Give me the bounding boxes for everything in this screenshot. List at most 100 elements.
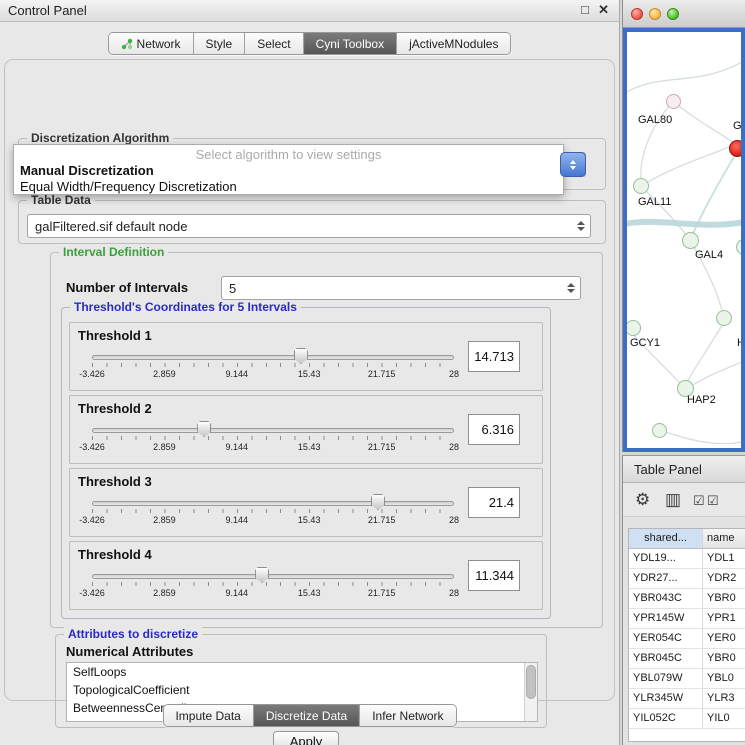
network-canvas[interactable]: GAL80 GA GAL11 GAL4 GCY1 H HAP2 <box>627 32 741 448</box>
algorithm-option-equal-width[interactable]: Equal Width/Frequency Discretization <box>20 179 237 194</box>
settings-gear-icon[interactable]: ⚙ <box>635 490 650 510</box>
tab-select[interactable]: Select <box>245 33 303 54</box>
table-row[interactable]: YDR27... YDR2 <box>629 569 745 589</box>
slider-track[interactable] <box>92 574 454 579</box>
table-row[interactable]: YDL19... YDL1 <box>629 549 745 569</box>
threshold-2-slider-thumb[interactable] <box>197 421 211 437</box>
table-row[interactable]: YIL052C YIL0 <box>629 709 745 729</box>
column-header-shared-name[interactable]: shared... <box>629 529 703 548</box>
tick-label: 9.144 <box>226 442 249 452</box>
table-cell[interactable]: YDR27... <box>629 569 703 588</box>
scrollbar-thumb[interactable] <box>526 665 536 699</box>
zoom-traffic-light-icon[interactable] <box>667 8 679 20</box>
tick-label: -3.426 <box>79 442 105 452</box>
network-node[interactable] <box>682 232 699 249</box>
tab-discretize-data[interactable]: Discretize Data <box>254 705 360 726</box>
algorithm-option-manual[interactable]: Manual Discretization <box>20 163 154 178</box>
list-scrollbar[interactable] <box>524 663 537 721</box>
close-traffic-light-icon[interactable] <box>631 8 643 20</box>
table-cell[interactable]: YDL1 <box>703 549 745 568</box>
table-row[interactable]: YBL079W YBL0 <box>629 669 745 689</box>
table-row[interactable]: YBR045C YBR0 <box>629 649 745 669</box>
checkbox-icon[interactable]: ☑ <box>707 493 719 509</box>
table-cell[interactable]: YIL052C <box>629 709 703 728</box>
threshold-3-slider[interactable]: -3.426 2.859 9.144 15.43 21.715 28 <box>92 495 454 533</box>
apply-button[interactable]: Apply <box>273 731 339 745</box>
table-row[interactable]: YER054C YER0 <box>629 629 745 649</box>
node-label: GA <box>733 120 741 132</box>
number-of-intervals-value: 5 <box>229 281 236 296</box>
threshold-1-slider[interactable]: -3.426 2.859 9.144 15.43 21.715 28 <box>92 349 454 387</box>
node-label: GAL80 <box>638 114 672 126</box>
table-cell[interactable]: YPR1 <box>703 609 745 628</box>
network-node[interactable] <box>716 310 732 326</box>
table-cell[interactable]: YBR0 <box>703 649 745 668</box>
table-data-combobox[interactable]: galFiltered.sif default node <box>27 214 591 238</box>
table-cell[interactable]: YDL19... <box>629 549 703 568</box>
table-row[interactable]: YLR345W YLR3 <box>629 689 745 709</box>
table-cell[interactable]: YBR043C <box>629 589 703 608</box>
network-node[interactable] <box>633 178 649 194</box>
network-node[interactable] <box>652 423 667 438</box>
threshold-2-value-field[interactable] <box>468 414 520 445</box>
tick-label: 28 <box>449 515 459 525</box>
table-cell[interactable]: YLR3 <box>703 689 745 708</box>
algorithm-dropdown-button[interactable] <box>560 152 586 177</box>
slider-track[interactable] <box>92 501 454 506</box>
threshold-1-value-field[interactable] <box>468 341 520 372</box>
number-of-intervals-combobox[interactable]: 5 <box>221 276 581 300</box>
table-cell[interactable]: YER0 <box>703 629 745 648</box>
tick-label: 2.859 <box>153 442 176 452</box>
tab-impute-data[interactable]: Impute Data <box>163 705 253 726</box>
table-data-value: galFiltered.sif default node <box>35 219 187 234</box>
tab-style[interactable]: Style <box>194 33 246 54</box>
thresholds-group: Threshold's Coordinates for 5 Intervals … <box>61 307 551 619</box>
table-panel-toolbar: ⚙ ▥ ☑ ☑ <box>623 483 745 517</box>
table-cell[interactable]: YBR0 <box>703 589 745 608</box>
column-selector-icon[interactable]: ▥ <box>665 490 681 510</box>
tick-label: 9.144 <box>226 369 249 379</box>
table-row[interactable]: YPR145W YPR1 <box>629 609 745 629</box>
table-cell[interactable]: YIL0 <box>703 709 745 728</box>
minimize-traffic-light-icon[interactable] <box>649 8 661 20</box>
table-cell[interactable]: YLR345W <box>629 689 703 708</box>
threshold-4-slider[interactable]: -3.426 2.859 9.144 15.43 21.715 28 <box>92 568 454 606</box>
list-item[interactable]: TopologicalCoefficient <box>67 681 537 699</box>
threshold-2-panel: Threshold 2 -3.426 2.859 9.144 15.43 21.… <box>69 395 543 464</box>
table-cell[interactable]: YPR145W <box>629 609 703 628</box>
table-cell[interactable]: YBR045C <box>629 649 703 668</box>
slider-track[interactable] <box>92 355 454 360</box>
table-cell[interactable]: YBL079W <box>629 669 703 688</box>
column-header-name[interactable]: name <box>703 529 745 548</box>
threshold-1-label: Threshold 1 <box>78 328 152 343</box>
threshold-3-value-field[interactable] <box>468 487 520 518</box>
threshold-1-slider-thumb[interactable] <box>294 348 308 364</box>
table-cell[interactable]: YDR2 <box>703 569 745 588</box>
table-row[interactable]: YBR043C YBR0 <box>629 589 745 609</box>
tab-jactivemnodules[interactable]: jActiveMNodules <box>397 33 510 54</box>
table-cell[interactable]: YBL0 <box>703 669 745 688</box>
network-selection-frame: GAL80 GA GAL11 GAL4 GCY1 H HAP2 <box>623 28 745 452</box>
table-header-row: shared... name <box>629 529 745 549</box>
close-icon[interactable]: ✕ <box>598 2 609 18</box>
tab-cyni-toolbox[interactable]: Cyni Toolbox <box>304 33 397 54</box>
threshold-3-slider-thumb[interactable] <box>371 494 385 510</box>
float-window-icon[interactable]: □ <box>581 2 589 17</box>
threshold-1-panel: Threshold 1 -3.426 2.859 9.144 15.43 21.… <box>69 322 543 391</box>
table-panel-titlebar: Table Panel <box>623 456 745 483</box>
tick-label: 21.715 <box>368 515 396 525</box>
tick-label: 28 <box>449 442 459 452</box>
tab-network[interactable]: Network <box>109 33 194 54</box>
node-label: GAL4 <box>695 249 723 261</box>
threshold-2-slider[interactable]: -3.426 2.859 9.144 15.43 21.715 28 <box>92 422 454 460</box>
numerical-attributes-label: Numerical Attributes <box>66 644 193 659</box>
tab-infer-network[interactable]: Infer Network <box>360 705 455 726</box>
table-cell[interactable]: YER054C <box>629 629 703 648</box>
network-node[interactable] <box>666 94 681 109</box>
checkbox-icon[interactable]: ☑ <box>693 493 705 509</box>
threshold-4-value-field[interactable] <box>468 560 520 591</box>
slider-track[interactable] <box>92 428 454 433</box>
list-item[interactable]: SelfLoops <box>67 663 537 681</box>
network-node-selected[interactable] <box>729 140 741 157</box>
threshold-4-slider-thumb[interactable] <box>255 567 269 583</box>
